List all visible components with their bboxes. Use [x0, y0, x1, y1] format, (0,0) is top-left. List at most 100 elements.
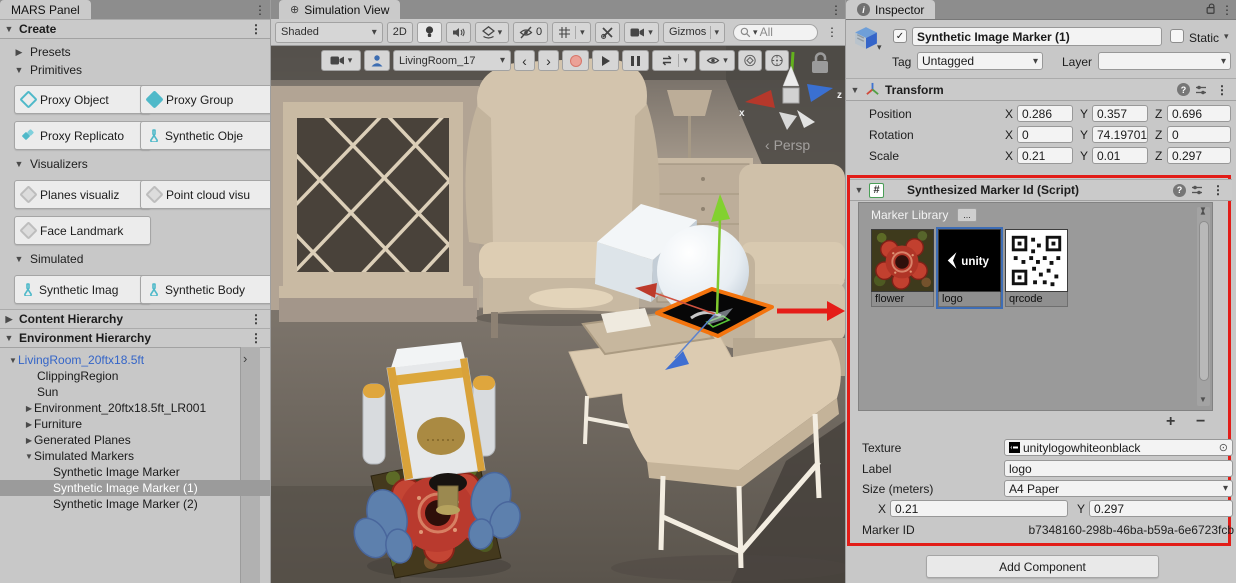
- tree-item-synthetic-image-marker-1[interactable]: Synthetic Image Marker (1): [0, 480, 293, 496]
- object-picker-icon[interactable]: ⊙: [1219, 441, 1228, 454]
- simulation-scene[interactable]: x z ‹ Persp: [271, 46, 845, 583]
- foldout-open-icon[interactable]: ▼: [4, 24, 14, 34]
- view-options-dropdown[interactable]: ▾: [699, 50, 735, 71]
- synthetic-object-button[interactable]: Synthetic Obje: [140, 121, 276, 150]
- tag-dropdown[interactable]: Untagged ▾: [917, 52, 1043, 70]
- rotation-y-field[interactable]: 74.19701: [1092, 126, 1148, 143]
- toolbar-menu-icon[interactable]: ⋮: [822, 26, 842, 38]
- persp-mode-label[interactable]: ‹ Persp: [765, 137, 810, 153]
- marker-thumb-logo[interactable]: unity logo: [938, 229, 1001, 307]
- previous-environment-button[interactable]: ‹: [514, 50, 535, 71]
- toggle-2d-button[interactable]: 2D: [387, 22, 413, 43]
- environment-dropdown[interactable]: LivingRoom_17 ▾: [393, 50, 511, 71]
- foldout-closed-icon[interactable]: ▶: [24, 436, 34, 445]
- foldout-closed-icon[interactable]: ▶: [14, 47, 24, 58]
- proxy-group-button[interactable]: Proxy Group: [140, 85, 276, 114]
- foldout-closed-icon[interactable]: ▶: [24, 404, 34, 413]
- label-input[interactable]: logo: [1004, 460, 1233, 477]
- content-hierarchy-header[interactable]: ▶ Content Hierarchy ⋮: [0, 309, 270, 329]
- focus-proxy-button[interactable]: [738, 50, 762, 71]
- rotation-x-field[interactable]: 0: [1017, 126, 1073, 143]
- proxy-object-button[interactable]: Proxy Object: [14, 85, 151, 114]
- shading-mode-dropdown[interactable]: Shaded ▾: [275, 22, 383, 43]
- foldout-open-icon[interactable]: ▼: [14, 65, 24, 75]
- position-y-field[interactable]: 0.357: [1092, 105, 1148, 122]
- next-environment-button[interactable]: ›: [538, 50, 559, 71]
- tree-item-synthetic-image-marker-2[interactable]: Synthetic Image Marker (2): [0, 496, 293, 512]
- foldout-open-icon[interactable]: ▼: [850, 85, 860, 95]
- foldout-open-icon[interactable]: ▼: [8, 356, 18, 365]
- foldout-closed-icon[interactable]: ▶: [24, 420, 34, 429]
- size-x-field[interactable]: 0.21: [890, 500, 1068, 517]
- size-dropdown[interactable]: A4 Paper ▾: [1004, 480, 1233, 497]
- group-primitives[interactable]: ▼ Primitives: [14, 63, 82, 77]
- scale-z-field[interactable]: 0.297: [1167, 147, 1231, 164]
- group-simulated[interactable]: ▼ Simulated: [14, 252, 83, 266]
- panel-menu-icon[interactable]: ⋮: [1217, 4, 1236, 16]
- component-menu-icon[interactable]: ⋮: [1212, 84, 1232, 96]
- foldout-open-icon[interactable]: ▼: [14, 159, 24, 169]
- lock-icon[interactable]: [1205, 2, 1217, 15]
- marker-thumb-qrcode[interactable]: qrcode: [1005, 229, 1068, 307]
- play-button[interactable]: [592, 50, 619, 71]
- create-section-header[interactable]: ▼ Create ⋮: [0, 19, 270, 39]
- tree-item-environment[interactable]: ▶ Environment_20ftx18.5ft_LR001: [0, 400, 264, 416]
- create-menu-icon[interactable]: ⋮: [246, 23, 266, 35]
- icon-picker-dropdown[interactable]: ▾: [877, 42, 882, 53]
- tools-button[interactable]: [595, 22, 620, 43]
- marker-component-header[interactable]: ▼ # Synthesized Marker Id (Script) ? ⋮: [850, 179, 1232, 201]
- scroll-up-icon[interactable]: ▼: [1199, 208, 1207, 217]
- layer-dropdown[interactable]: ▾: [1098, 52, 1231, 70]
- foldout-open-icon[interactable]: ▼: [24, 452, 34, 461]
- tree-item-sun[interactable]: Sun: [0, 384, 277, 400]
- environment-hierarchy-menu-icon[interactable]: ⋮: [246, 332, 266, 344]
- record-button[interactable]: [562, 50, 589, 71]
- grid-dropdown-button[interactable]: ▾: [552, 22, 591, 43]
- component-menu-icon[interactable]: ⋮: [1208, 184, 1228, 196]
- synthetic-image-button[interactable]: Synthetic Imag: [14, 275, 151, 304]
- foldout-closed-icon[interactable]: ▶: [4, 314, 14, 325]
- foldout-open-icon[interactable]: ▼: [854, 185, 864, 195]
- add-component-button[interactable]: Add Component: [926, 555, 1159, 578]
- camera-dropdown-button[interactable]: ▾: [624, 22, 659, 43]
- pause-button[interactable]: [622, 50, 649, 71]
- help-icon[interactable]: ?: [1177, 83, 1190, 96]
- scale-x-field[interactable]: 0.21: [1017, 147, 1073, 164]
- add-marker-button[interactable]: +: [1166, 413, 1175, 431]
- simulated-user-button[interactable]: [364, 50, 390, 71]
- presets-icon[interactable]: [1195, 84, 1207, 96]
- loop-mode-dropdown[interactable]: ▾: [652, 50, 696, 71]
- focus-target-button[interactable]: [765, 50, 789, 71]
- tab-mars-panel[interactable]: MARS Panel: [0, 0, 91, 19]
- tree-item-generated-planes[interactable]: ▶ Generated Planes: [0, 432, 264, 448]
- axis-x-label[interactable]: x: [739, 108, 745, 119]
- view-camera-dropdown[interactable]: ▾: [321, 50, 361, 71]
- hidden-objects-button[interactable]: 0: [513, 22, 548, 43]
- search-input[interactable]: ▾ All: [733, 24, 818, 41]
- content-hierarchy-menu-icon[interactable]: ⋮: [246, 313, 266, 325]
- presets-icon[interactable]: [1191, 184, 1203, 196]
- tab-simulation-view[interactable]: ⊕ Simulation View: [279, 0, 400, 19]
- lighting-toggle-button[interactable]: [417, 22, 442, 43]
- panel-menu-icon[interactable]: ⋮: [826, 4, 846, 16]
- face-landmark-button[interactable]: Face Landmark: [14, 216, 151, 245]
- synthetic-body-button[interactable]: Synthetic Body: [140, 275, 276, 304]
- remove-marker-button[interactable]: −: [1196, 413, 1205, 431]
- group-presets[interactable]: ▶ Presets: [14, 45, 71, 59]
- position-z-field[interactable]: 0.696: [1167, 105, 1231, 122]
- marker-thumb-flower[interactable]: flower: [871, 229, 934, 307]
- foldout-open-icon[interactable]: ▼: [14, 254, 24, 264]
- marker-library-scrollbar[interactable]: ▼ ▼ ▼: [1197, 207, 1210, 406]
- tree-item-livingroom[interactable]: ▼ LivingRoom_20ftx18.5ft: [0, 352, 248, 368]
- texture-object-field[interactable]: unitylogowhiteonblack ⊙: [1004, 439, 1233, 456]
- active-checkbox[interactable]: ✓: [893, 29, 907, 43]
- gizmos-dropdown[interactable]: Gizmos ▾: [663, 22, 725, 43]
- tree-item-simulated-markers[interactable]: ▼ Simulated Markers: [0, 448, 264, 464]
- group-visualizers[interactable]: ▼ Visualizers: [14, 157, 88, 171]
- object-name-input[interactable]: Synthetic Image Marker (1): [912, 27, 1162, 46]
- effects-dropdown-button[interactable]: ▾: [475, 22, 509, 43]
- point-cloud-button[interactable]: Point cloud visu: [140, 180, 276, 209]
- planes-visualizer-button[interactable]: Planes visualiz: [14, 180, 151, 209]
- panel-menu-icon[interactable]: ⋮: [250, 4, 270, 16]
- rotation-z-field[interactable]: 0: [1167, 126, 1231, 143]
